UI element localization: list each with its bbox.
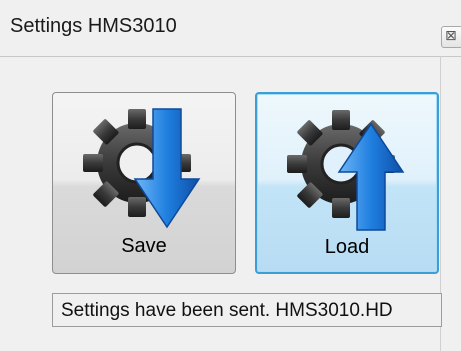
save-button-label: Save [121,235,167,257]
window-title: Settings HMS3010 [10,15,177,37]
gear-arrow-down-icon [83,108,201,229]
save-button[interactable]: Save [52,92,236,274]
status-field: Settings have been sent. HMS3010.HD [52,293,442,327]
load-button[interactable]: Load [255,92,439,274]
load-button-label: Load [324,236,370,258]
status-text: Settings have been sent. HMS3010.HD [61,300,393,321]
close-icon: ⊠ [445,27,457,43]
gear-arrow-up-icon [287,110,405,231]
title-bar: Settings HMS3010 ⊠ [0,0,461,57]
close-button[interactable]: ⊠ [441,26,461,48]
settings-window: Settings HMS3010 ⊠ Save Load Settings ha… [0,0,461,351]
